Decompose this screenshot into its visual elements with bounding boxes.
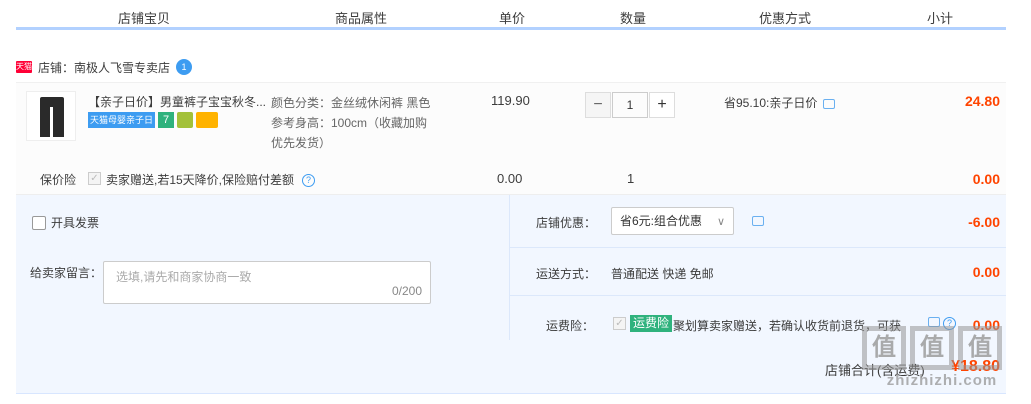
message-placeholder: 选填,请先和商家协商一致 (116, 270, 252, 284)
credit-card-icon (196, 112, 219, 128)
freight-ins-label: 运费险： (546, 319, 595, 333)
insurance-label: 保价险 (40, 173, 77, 187)
comment-icon[interactable] (823, 98, 836, 109)
invoice-checkbox[interactable] (32, 215, 46, 230)
seven-day-return-icon: 7 (158, 112, 175, 128)
shipping-method: 普通配送 快递 免邮 (611, 267, 714, 281)
shop-discount-amount: -6.00 (968, 214, 1000, 230)
watermark-chars: 值 值 值 (862, 326, 1022, 370)
promo-text: 省95.10:亲子日价 (724, 96, 818, 110)
insurance-price: 0.00 (497, 171, 523, 186)
invoice-label: 开具发票 (51, 216, 100, 230)
shop-discount-value: 省6元:组合优惠 (620, 214, 703, 228)
message-count: 0/200 (391, 284, 422, 298)
attr-size: 参考身高：100cm（收藏加购 优先发货） (271, 116, 428, 150)
watermark-char: 值 (862, 326, 906, 370)
shipping-amount: 0.00 (972, 264, 1000, 280)
buyer-options: 开具发票 给卖家留言： 选填,请先和商家协商一致 0/200 (16, 195, 510, 340)
order-options: 开具发票 给卖家留言： 选填,请先和商家协商一致 0/200 店铺优惠： 省6元… (16, 195, 1006, 394)
quantity-stepper: − 1 + (585, 92, 675, 118)
product-attrs: 颜色分类：金丝绒休闲裤 黑色 参考身高：100cm（收藏加购 优先发货） (271, 93, 431, 153)
unit-price: 119.90 (491, 93, 530, 108)
insurance-checkbox[interactable]: ✓ (88, 172, 101, 185)
insurance-qty: 1 (627, 171, 635, 186)
watermark-logo: 值 值 值 zhizhizhi.com (862, 326, 1022, 396)
product-tags: 天猫母婴亲子日 7 (88, 112, 219, 128)
col-promo: 优惠方式 (759, 11, 812, 26)
guarantee-icon (177, 112, 194, 128)
watermark-char: 值 (958, 326, 1002, 370)
watermark-char: 值 (910, 326, 954, 370)
insurance-text: 卖家赠送,若15天降价,保险赔付差额 (106, 173, 295, 187)
column-header: 店铺宝贝 商品属性 单价 数量 优惠方式 小计 (16, 0, 1006, 30)
pants-image (40, 97, 64, 137)
freight-ins-badge: 运费险 (630, 315, 673, 332)
attr-color: 颜色分类：金丝绒休闲裤 黑色 (271, 96, 431, 110)
shop-name[interactable]: 店铺：南极人飞雪专卖店 (38, 59, 170, 76)
col-subtotal: 小计 (927, 11, 954, 26)
shop-discount-select[interactable]: 省6元:组合优惠 ∨ (611, 207, 734, 235)
shipping-row: 运送方式： 0.00 (510, 248, 1006, 296)
item-subtotal: 24.80 (964, 93, 1000, 109)
product-thumbnail[interactable] (26, 91, 76, 141)
invoice-option[interactable]: 开具发票 (32, 214, 99, 231)
insurance-desc: 卖家赠送,若15天降价,保险赔付差额? (106, 171, 316, 188)
cart-item: 【亲子日价】男童裤子宝宝秋冬... 天猫母婴亲子日 7 颜色分类：金丝绒休闲裤 … (16, 82, 1006, 195)
help-icon[interactable]: ? (302, 174, 316, 188)
shop-discount-row: 店铺优惠： 省6元:组合优惠 ∨ -6.00 (510, 195, 1006, 248)
seller-message-input[interactable]: 选填,请先和商家协商一致 0/200 (103, 261, 431, 304)
insurance-subtotal: 0.00 (972, 171, 1000, 187)
watermark-url: zhizhizhi.com (886, 372, 998, 389)
promo-info: 省95.10:亲子日价 (724, 94, 836, 111)
wangwang-chat-icon[interactable]: 1 (176, 59, 193, 75)
shipping-label: 运送方式： (536, 267, 597, 281)
shop-header: 天猫 店铺：南极人飞雪专卖店 1 (16, 58, 193, 76)
comment-icon[interactable] (752, 216, 764, 226)
chevron-down-icon: ∨ (716, 216, 725, 228)
col-qty: 数量 (620, 11, 647, 26)
shop-discount-label: 店铺优惠： (536, 216, 597, 230)
increase-button[interactable]: + (649, 92, 675, 118)
freight-ins-checkbox[interactable]: ✓ (613, 317, 626, 330)
product-title[interactable]: 【亲子日价】男童裤子宝宝秋冬... (88, 93, 274, 110)
message-label: 给卖家留言： (30, 266, 103, 280)
quantity-input[interactable]: 1 (612, 92, 648, 118)
decrease-button[interactable]: − (585, 92, 611, 118)
tmall-parent-day-tag: 天猫母婴亲子日 (88, 112, 156, 128)
col-item: 店铺宝贝 (118, 11, 171, 26)
col-price: 单价 (499, 11, 526, 26)
tmall-icon: 天猫 (16, 61, 32, 73)
col-attrs: 商品属性 (335, 11, 388, 26)
